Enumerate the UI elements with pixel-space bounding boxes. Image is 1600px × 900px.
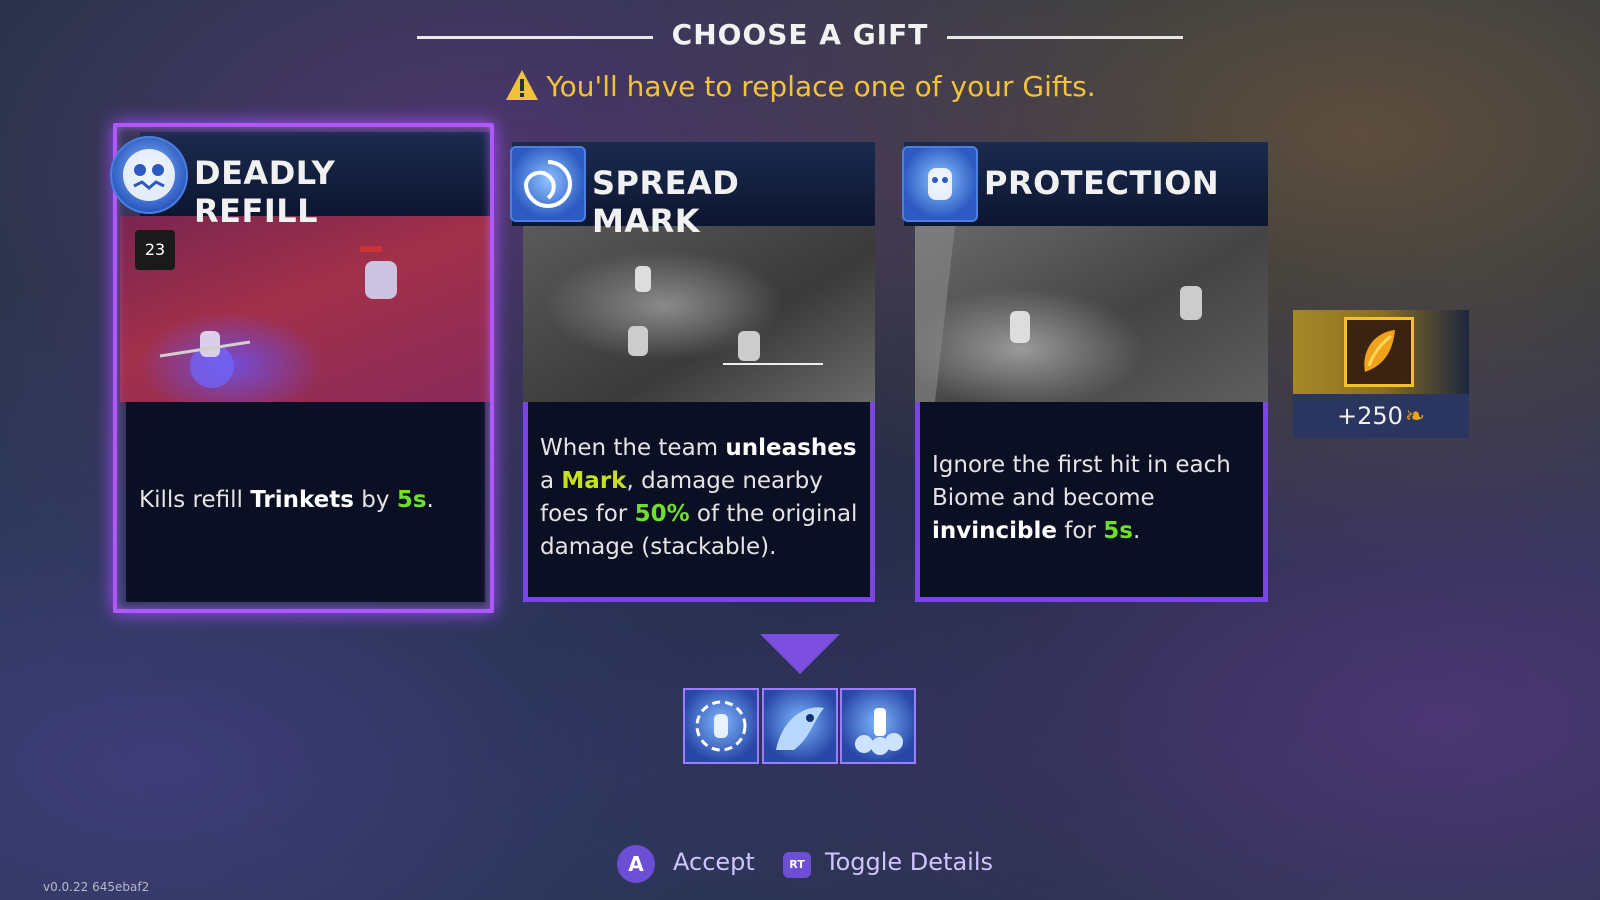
treasure-gift-icon	[855, 708, 903, 755]
guardian-shield-icon	[902, 146, 978, 222]
shell-currency-icon: ❧	[1404, 402, 1426, 430]
skull-gift-icon	[110, 136, 188, 214]
card-title: DEADLY REFILL	[194, 154, 336, 230]
toggle-details-button-glyph[interactable]: RT	[783, 852, 811, 878]
card-artwork	[915, 226, 1202, 402]
current-gift-slot-2[interactable]	[762, 688, 838, 764]
card-title: SPREAD MARK	[592, 164, 740, 240]
card-description: Ignore the first hit in each Biome and b…	[915, 402, 1268, 602]
replace-indicator-arrow	[760, 634, 840, 674]
warrior-gift-icon	[695, 700, 747, 752]
currency-reward[interactable]: +250❧	[1293, 310, 1469, 438]
current-gift-slot-3[interactable]	[840, 688, 916, 764]
card-image	[523, 226, 875, 402]
toggle-details-label[interactable]: Toggle Details	[825, 848, 993, 876]
replace-warning: You'll have to replace one of your Gifts…	[400, 68, 1200, 103]
spiral-mark-icon	[510, 146, 586, 222]
accept-button-glyph[interactable]: A	[617, 845, 655, 883]
version-label: v0.0.22 645ebaf2	[43, 880, 150, 894]
accept-label[interactable]: Accept	[673, 848, 755, 876]
card-image	[915, 226, 1268, 402]
currency-amount-row: +250❧	[1293, 394, 1469, 438]
gold-shell-icon	[1344, 317, 1414, 387]
card-description: When the team unleashes a Mark, damage n…	[523, 402, 875, 602]
title-divider-left	[417, 36, 653, 39]
dragon-gift-icon	[776, 707, 824, 750]
warning-text: You'll have to replace one of your Gifts…	[546, 70, 1096, 103]
card-title: PROTECTION	[984, 164, 1220, 202]
warning-icon	[506, 70, 539, 100]
page-title: CHOOSE A GIFT	[671, 18, 929, 51]
current-gift-slot-1[interactable]	[683, 688, 759, 764]
currency-amount: +250	[1336, 402, 1403, 430]
card-artwork	[628, 266, 823, 365]
title-divider-right	[947, 36, 1183, 39]
